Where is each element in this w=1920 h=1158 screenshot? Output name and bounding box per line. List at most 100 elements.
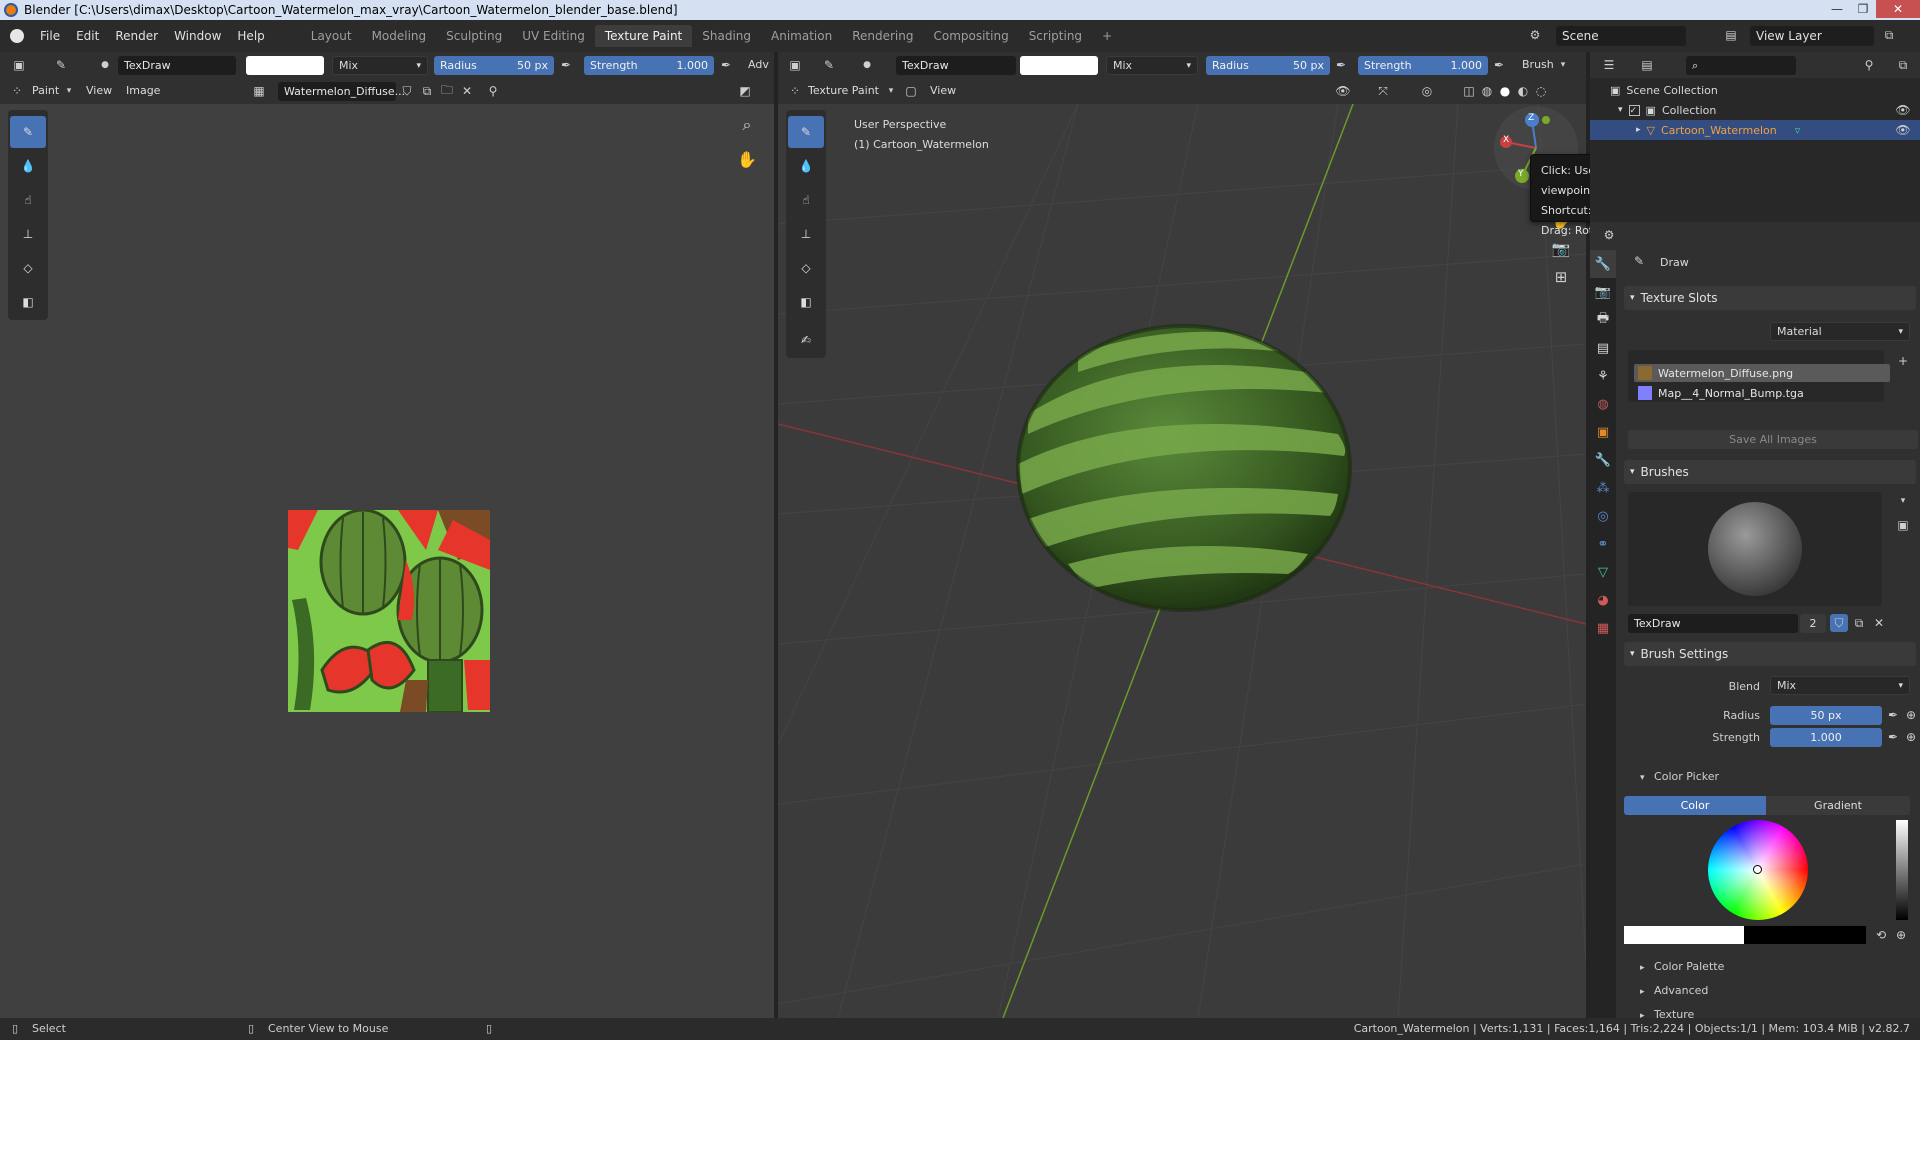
- expand-arrow-icon[interactable]: ▸: [1636, 125, 1641, 135]
- new-brush-icon[interactable]: ⧉: [1850, 614, 1868, 632]
- overlays-icon[interactable]: ◎: [1418, 82, 1436, 100]
- gradient-tab[interactable]: Gradient: [1766, 796, 1910, 815]
- new-collection-icon[interactable]: ⧉: [1894, 56, 1912, 74]
- expand-arrow-icon[interactable]: ▾: [1618, 105, 1623, 115]
- eye-icon[interactable]: 👁: [1894, 121, 1912, 139]
- tab-scripting[interactable]: Scripting: [1019, 25, 1092, 47]
- image-canvas[interactable]: ✎ 💧 ☝ ⊥ ◇ ◧ ⌕ ✋: [0, 104, 774, 1018]
- blender-menu-icon[interactable]: [10, 29, 24, 43]
- tab-texture-paint[interactable]: Texture Paint: [594, 25, 693, 47]
- brush-settings-panel-header[interactable]: ▾ Brush Settings: [1624, 642, 1916, 666]
- menu-file[interactable]: File: [32, 29, 68, 43]
- scene-name-field[interactable]: Scene: [1556, 26, 1686, 46]
- primary-color-swatch[interactable]: [1624, 926, 1744, 944]
- pressure-pen-icon[interactable]: ✒: [1884, 706, 1902, 724]
- zoom-icon[interactable]: ⌕: [738, 115, 756, 134]
- render-tab-icon[interactable]: 📷: [1590, 278, 1616, 306]
- tab-shading[interactable]: Shading: [692, 25, 761, 47]
- swap-colors-icon[interactable]: ⟲: [1872, 926, 1890, 944]
- scene-tab-icon[interactable]: ⚘: [1590, 362, 1616, 390]
- brush-radius-slider[interactable]: 50 px: [1770, 706, 1882, 725]
- display-mode-icon[interactable]: ▤: [1638, 56, 1656, 74]
- draw-tool-icon[interactable]: ✎: [788, 116, 824, 148]
- brush-icon[interactable]: ✎: [820, 56, 838, 74]
- image-name-field[interactable]: Watermelon_Diffuse...: [278, 82, 405, 101]
- soften-tool-icon[interactable]: 💧: [10, 150, 46, 182]
- annotate-tool-icon[interactable]: ✍: [788, 324, 824, 356]
- brush-preview[interactable]: [1628, 492, 1882, 606]
- view-layer-icon[interactable]: ▤: [1722, 26, 1740, 44]
- color-picker-subpanel[interactable]: ▾ Color Picker: [1640, 770, 1719, 783]
- brush-icon[interactable]: ✎: [52, 56, 70, 74]
- mask-tool-icon[interactable]: ◧: [788, 286, 824, 318]
- chevron-down-icon[interactable]: ▾: [1894, 492, 1912, 510]
- mask-tool-icon[interactable]: ◧: [10, 286, 46, 318]
- brush-strength-slider[interactable]: 1.000: [1770, 728, 1882, 747]
- viewport-canvas[interactable]: User Perspective (1) Cartoon_Watermelon …: [778, 104, 1586, 1018]
- view-menu[interactable]: View: [86, 84, 112, 97]
- tool-tab-icon[interactable]: 🔧: [1590, 250, 1616, 278]
- brush-name-field[interactable]: TexDraw: [118, 56, 236, 75]
- xray-icon[interactable]: ◫: [1460, 82, 1478, 100]
- brush-menu[interactable]: Brush: [1522, 58, 1554, 71]
- radius-slider[interactable]: Radius 50 px: [434, 56, 554, 75]
- editor-type-icon[interactable]: ☰: [1600, 56, 1618, 74]
- advanced-subpanel[interactable]: ▸ Advanced: [1640, 984, 1708, 997]
- view-layer-field[interactable]: View Layer: [1750, 26, 1874, 46]
- view-layer-tab-icon[interactable]: ▤: [1590, 334, 1616, 362]
- image-browse-icon[interactable]: ▦: [250, 82, 268, 100]
- color-wheel[interactable]: [1708, 820, 1808, 920]
- brush-name-field[interactable]: TexDraw: [896, 56, 1016, 75]
- texture-image[interactable]: [288, 510, 490, 712]
- unlink-image-icon[interactable]: ✕: [458, 82, 476, 100]
- eye-icon[interactable]: 👁: [1894, 101, 1912, 119]
- close-window-button[interactable]: ✕: [1876, 0, 1920, 18]
- constraints-tab-icon[interactable]: ⚭: [1590, 530, 1616, 558]
- editor-type-icon[interactable]: ▣: [786, 56, 804, 74]
- strength-slider[interactable]: Strength 1.000: [584, 56, 714, 75]
- eye-icon[interactable]: 👁: [1334, 82, 1352, 100]
- outliner-row-scene-collection[interactable]: ▣ Scene Collection: [1610, 80, 1718, 100]
- material-shading-icon[interactable]: ◐: [1514, 82, 1532, 100]
- strength-slider[interactable]: Strength 1.000: [1358, 56, 1488, 75]
- particles-tab-icon[interactable]: ⁂: [1590, 474, 1616, 502]
- fake-user-shield-icon[interactable]: ⛉: [398, 82, 416, 100]
- wireframe-shading-icon[interactable]: ◍: [1478, 82, 1496, 100]
- texture-slot-normal[interactable]: Map__4_Normal_Bump.tga: [1634, 384, 1890, 402]
- pressure-pen-icon[interactable]: ✒: [1884, 728, 1902, 746]
- fill-tool-icon[interactable]: ◇: [788, 252, 824, 284]
- scene-icon[interactable]: ⚙: [1526, 26, 1544, 44]
- world-tab-icon[interactable]: ◍: [1590, 390, 1616, 418]
- texture-paint-mode-menu[interactable]: Texture Paint: [808, 84, 879, 97]
- editor-type-icon[interactable]: ▣: [10, 56, 28, 74]
- brush-blend-dropdown[interactable]: Mix ▾: [1770, 676, 1910, 695]
- filter-icon[interactable]: ⚲: [1860, 56, 1878, 74]
- view-menu[interactable]: View: [930, 84, 956, 97]
- solid-shading-icon[interactable]: ●: [1496, 82, 1514, 100]
- output-tab-icon[interactable]: 🖶: [1590, 306, 1616, 334]
- clone-tool-icon[interactable]: ⊥: [788, 218, 824, 250]
- clone-tool-icon[interactable]: ⊥: [10, 218, 46, 250]
- blend-mode-dropdown[interactable]: Mix ▾: [1106, 56, 1198, 75]
- paint-mode-menu[interactable]: Paint: [32, 84, 59, 97]
- advanced-menu[interactable]: Adv: [748, 58, 769, 71]
- smear-tool-icon[interactable]: ☝: [10, 184, 46, 216]
- soften-tool-icon[interactable]: 💧: [788, 150, 824, 182]
- radius-slider[interactable]: Radius 50 px: [1206, 56, 1330, 75]
- outliner-row-object[interactable]: ▸ ▽ Cartoon_Watermelon ▿: [1590, 120, 1920, 140]
- add-slot-icon[interactable]: +: [1894, 352, 1912, 370]
- paint-mask-icon[interactable]: ▢: [902, 82, 920, 100]
- object-tab-icon[interactable]: ▣: [1590, 418, 1616, 446]
- menu-edit[interactable]: Edit: [68, 29, 107, 43]
- secondary-color-swatch[interactable]: [1744, 926, 1866, 944]
- pin-icon[interactable]: ⚲: [484, 82, 502, 100]
- texture-slots-panel-header[interactable]: ▾ Texture Slots: [1624, 286, 1916, 310]
- gizmo-toggle-icon[interactable]: ⤧: [1374, 82, 1392, 100]
- physics-tab-icon[interactable]: ◎: [1590, 502, 1616, 530]
- unlink-brush-icon[interactable]: ✕: [1870, 614, 1888, 632]
- brushes-panel-header[interactable]: ▾ Brushes: [1624, 460, 1916, 484]
- tab-animation[interactable]: Animation: [761, 25, 842, 47]
- pressure-pen-icon[interactable]: ✒: [717, 56, 735, 74]
- collection-checkbox[interactable]: ✓: [1628, 104, 1640, 116]
- tab-sculpting[interactable]: Sculpting: [436, 25, 512, 47]
